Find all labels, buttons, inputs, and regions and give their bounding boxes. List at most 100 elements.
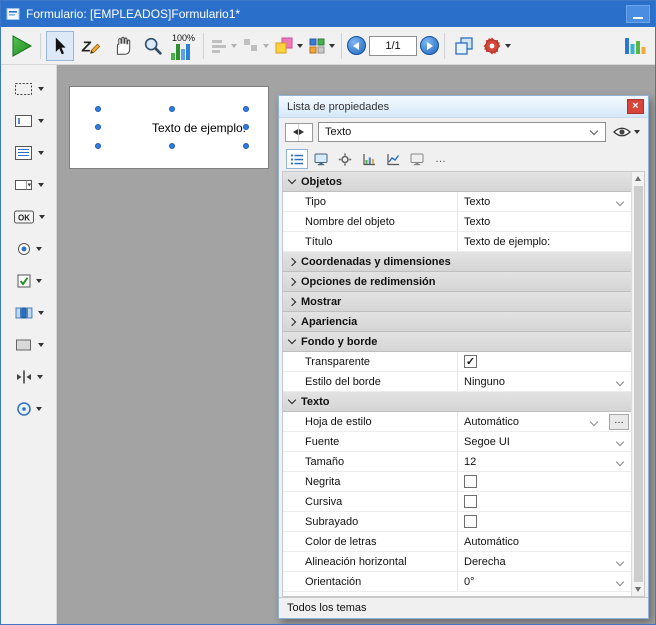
display-pages-button[interactable] [450,31,478,61]
selection-handle[interactable] [95,106,101,112]
tool-button-grid[interactable] [6,301,52,325]
tab-monitor[interactable] [406,149,428,169]
magnify-tool-button[interactable] [139,31,167,61]
tool-rectangle[interactable] [6,333,52,357]
subrayado-checkbox[interactable] [464,515,477,528]
nombre-input[interactable]: Texto [457,212,631,231]
fill-color-button[interactable] [273,31,304,61]
zoom-level-control[interactable]: 100% [170,31,198,61]
property-list-titlebar[interactable]: Lista de propiedades × [279,96,648,118]
window-titlebar[interactable]: Formulario: [EMPLEADOS]Formulario1* [1,1,655,27]
hoja-estilo-dropdown[interactable]: Automático … [457,412,631,431]
selection-handle[interactable] [243,143,249,149]
tab-more[interactable]: … [430,149,452,169]
form-surface[interactable]: Texto de ejemplo: [69,86,269,169]
monitor-icon [410,153,424,166]
distribute-objects-button[interactable] [241,31,270,61]
run-icon [8,33,34,59]
visibility-button[interactable] [611,125,642,139]
section-objetos[interactable]: Objetos [283,172,631,192]
previous-object-button[interactable] [286,124,299,141]
property-list-title: Lista de propiedades [287,101,627,113]
previous-page-button[interactable] [347,36,366,55]
section-apariencia[interactable]: Apariencia [283,312,631,332]
tool-circle[interactable] [6,397,52,421]
selection-handle[interactable] [95,143,101,149]
scroll-down-button[interactable] [632,583,644,596]
tamano-dropdown[interactable]: 12 [457,452,631,471]
estilo-borde-dropdown[interactable]: Ninguno [457,372,631,391]
toolbar-separator [40,33,41,59]
property-row-titulo: Título Texto de ejemplo: [283,232,631,252]
object-selector-combobox[interactable]: Texto [318,122,606,142]
property-row-nombre: Nombre del objeto Texto [283,212,631,232]
run-button[interactable] [7,31,35,61]
selection-handle[interactable] [169,106,175,112]
section-redimension[interactable]: Opciones de redimensión [283,272,631,292]
selection-handle[interactable] [243,106,249,112]
text-object[interactable]: Texto de ejemplo: [98,109,246,146]
scroll-up-icon [635,176,641,181]
tab-mini-chart[interactable] [358,149,380,169]
tool-text-input[interactable] [6,109,52,133]
tool-list-box[interactable] [6,141,52,165]
tool-selection[interactable] [6,77,52,101]
page-indicator[interactable]: 1/1 [369,36,417,56]
property-row-tipo: Tipo Texto [283,192,631,212]
orientacion-dropdown[interactable]: 0° [457,572,631,591]
selection-handle[interactable] [169,143,175,149]
selection-handle[interactable] [95,124,101,130]
tipo-dropdown[interactable]: Texto [457,192,631,211]
cursiva-checkbox[interactable] [464,495,477,508]
design-canvas[interactable]: Texto de ejemplo: Lista de propiedades × [57,65,655,624]
minimize-button[interactable] [626,5,650,23]
style-palette-button[interactable] [307,31,336,61]
tab-settings[interactable] [334,149,356,169]
align-objects-button[interactable] [209,31,238,61]
tool-splitter[interactable] [6,365,52,389]
dropdown-chevron-icon [616,377,624,385]
tab-screen[interactable] [310,149,332,169]
section-coordenadas[interactable]: Coordenadas y dimensiones [283,252,631,272]
scrollbar-thumb[interactable] [634,186,643,582]
close-button[interactable]: × [627,99,644,114]
color-stack-icon [274,37,294,55]
next-page-icon [427,42,433,50]
tool-radio-button[interactable] [6,237,52,261]
minimize-icon [633,17,643,19]
dropdown-chevron-icon [590,126,598,134]
selection-handle[interactable] [243,124,249,130]
draw-tool-button[interactable]: Z [77,31,105,61]
columns-icon [623,36,647,56]
stylesheet-more-button[interactable]: … [609,414,629,430]
tool-ok-button[interactable]: OK [6,205,52,229]
color-letras-field[interactable]: Automático [457,532,631,551]
titulo-input[interactable]: Texto de ejemplo: [457,232,631,251]
chevron-right-icon [288,257,296,265]
button-grid-icon [14,305,34,321]
alineacion-dropdown[interactable]: Derecha [457,552,631,571]
tool-combo-box[interactable] [6,173,52,197]
section-mostrar[interactable]: Mostrar [283,292,631,312]
themes-filter[interactable]: Todos los temas [279,597,648,618]
section-fondo-borde[interactable]: Fondo y borde [283,332,631,352]
negrita-checkbox[interactable] [464,475,477,488]
pan-tool-button[interactable] [108,31,136,61]
automatic-actions-button[interactable] [481,31,512,61]
section-texto[interactable]: Texto [283,392,631,412]
check-box-icon [16,273,32,289]
cursor-tool-button[interactable] [46,31,74,61]
tab-line-chart[interactable] [382,149,404,169]
left-arrow-icon [286,129,298,135]
scrollbar[interactable] [631,172,644,596]
selection-rect-icon [14,81,34,97]
transparente-checkbox[interactable]: ✓ [464,355,477,368]
tab-list[interactable] [286,149,308,169]
next-object-button[interactable] [299,124,312,141]
text-input-icon [14,113,34,129]
columns-order-button[interactable] [621,31,649,61]
tool-check-box[interactable] [6,269,52,293]
scroll-up-button[interactable] [632,172,644,185]
fuente-dropdown[interactable]: Segoe UI [457,432,631,451]
next-page-button[interactable] [420,36,439,55]
